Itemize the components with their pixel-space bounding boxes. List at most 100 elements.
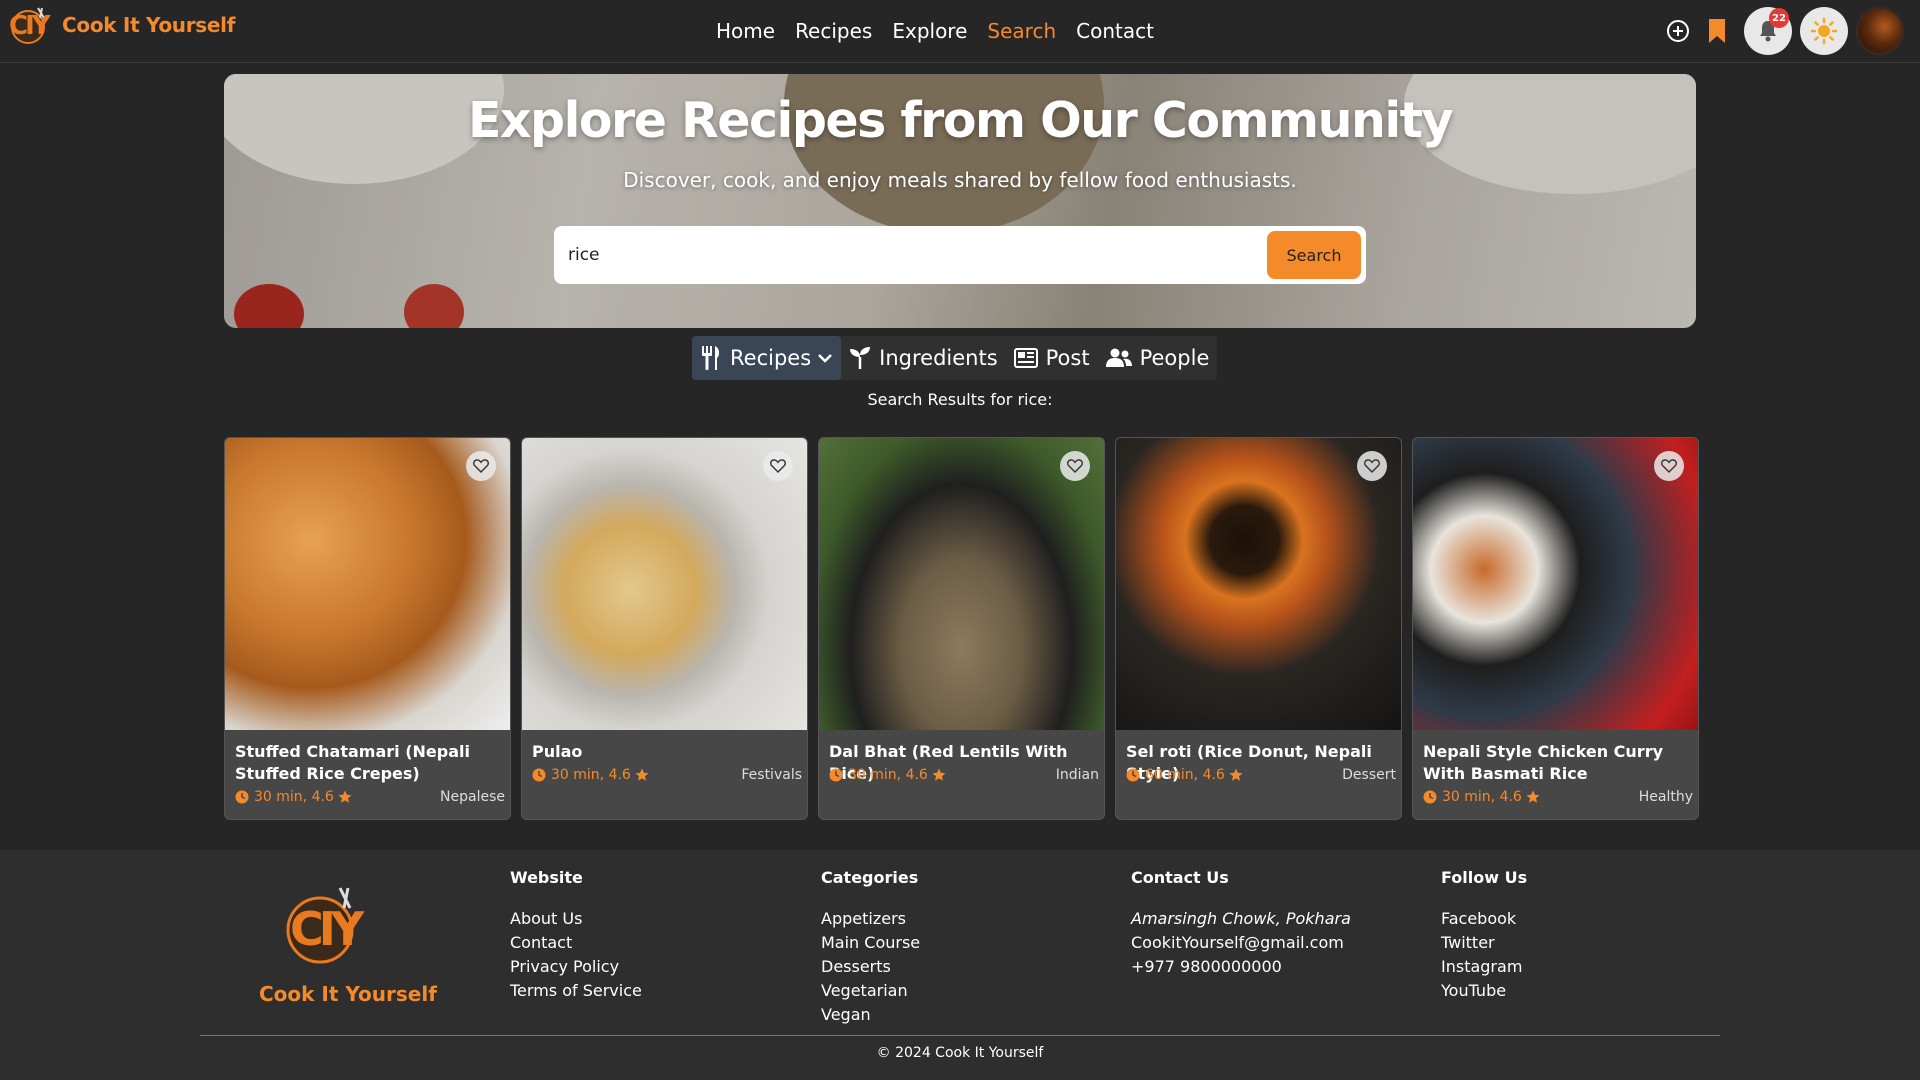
search-input[interactable] — [568, 226, 1248, 284]
footer-logo-text: CIY — [290, 902, 364, 956]
footer-link-privacy[interactable]: Privacy Policy — [510, 955, 642, 979]
recipe-meta: 30 min, 4.6 Nepalese — [235, 789, 505, 805]
favorite-button[interactable] — [466, 451, 496, 481]
footer-link-terms[interactable]: Terms of Service — [510, 979, 642, 1003]
favorite-button[interactable] — [1060, 451, 1090, 481]
recipe-meta: 30 min, 4.6 Healthy — [1423, 789, 1693, 805]
users-icon — [1105, 348, 1132, 367]
user-avatar[interactable] — [1856, 7, 1904, 55]
footer-social-youtube[interactable]: YouTube — [1441, 979, 1527, 1003]
star-icon — [1526, 790, 1540, 803]
sun-icon — [1810, 17, 1838, 45]
footer-copyright: © 2024 Cook It Yourself — [876, 1045, 1044, 1061]
recipe-card[interactable]: Dal Bhat (Red Lentils With Rice) 30 min,… — [818, 437, 1105, 820]
hero-title: Explore Recipes from Our Community — [467, 92, 1454, 149]
heart-icon — [1661, 459, 1677, 473]
results-heading: Search Results for rice: — [867, 390, 1053, 409]
tab-people[interactable]: People — [1098, 336, 1218, 380]
search-bar: Search — [554, 226, 1366, 284]
recipe-category: Dessert — [1342, 767, 1396, 783]
clock-icon — [1126, 768, 1140, 782]
nav-explore[interactable]: Explore — [892, 19, 967, 43]
recipe-card[interactable]: Nepali Style Chicken Curry With Basmati … — [1412, 437, 1699, 820]
favorite-button[interactable] — [1654, 451, 1684, 481]
recipe-results: Stuffed Chatamari (Nepali Stuffed Rice C… — [224, 437, 1699, 820]
favorite-button[interactable] — [763, 451, 793, 481]
recipe-image — [522, 438, 807, 730]
star-icon — [635, 768, 649, 781]
top-navbar: CIY Cook It Yourself Home Recipes Explor… — [0, 0, 1920, 63]
saved-button[interactable] — [1704, 18, 1730, 44]
chevron-down-icon — [818, 354, 833, 363]
logo-icon: CIY — [8, 6, 51, 44]
recipe-title[interactable]: Nepali Style Chicken Curry With Basmati … — [1423, 741, 1688, 785]
tab-ingredients[interactable]: Ingredients — [841, 336, 1006, 380]
tab-post[interactable]: Post — [1006, 336, 1098, 380]
footer-category-vegan[interactable]: Vegan — [821, 1003, 920, 1027]
recipe-meta: 30 min, 4.6 Festivals — [532, 767, 802, 783]
footer-category-vegetarian[interactable]: Vegetarian — [821, 979, 920, 1003]
footer-email[interactable]: CookitYourself@gmail.com — [1131, 931, 1351, 955]
footer-divider — [200, 1035, 1720, 1036]
recipe-card[interactable]: Sel roti (Rice Donut, Nepali Style) 60 m… — [1115, 437, 1402, 820]
nav-home[interactable]: Home — [716, 19, 775, 43]
footer-social-twitter[interactable]: Twitter — [1441, 931, 1527, 955]
recipe-title[interactable]: Stuffed Chatamari (Nepali Stuffed Rice C… — [235, 741, 500, 785]
recipe-time-rating: 60 min, 4.6 — [1145, 767, 1225, 783]
notifications-button[interactable]: 22 — [1744, 7, 1792, 55]
clock-icon — [829, 768, 843, 782]
footer-logo[interactable]: CIY — [282, 886, 364, 966]
footer-category-main-course[interactable]: Main Course — [821, 931, 920, 955]
bookmark-icon — [1709, 19, 1725, 43]
add-recipe-button[interactable] — [1665, 18, 1691, 44]
hero-banner: Explore Recipes from Our Community Disco… — [224, 74, 1696, 328]
recipe-image — [1413, 438, 1698, 730]
hero-subtitle: Discover, cook, and enjoy meals shared b… — [623, 168, 1297, 192]
footer-phone[interactable]: +977 9800000000 — [1131, 955, 1351, 979]
add-circle-icon — [1667, 20, 1689, 42]
tab-ingredients-label: Ingredients — [879, 346, 998, 370]
theme-toggle[interactable] — [1800, 7, 1848, 55]
footer-category-desserts[interactable]: Desserts — [821, 955, 920, 979]
recipe-card[interactable]: Stuffed Chatamari (Nepali Stuffed Rice C… — [224, 437, 511, 820]
main-nav: Home Recipes Explore Search Contact — [716, 19, 1154, 43]
site-footer: CIY Cook It Yourself Website About Us Co… — [0, 850, 1920, 1080]
footer-category-appetizers[interactable]: Appetizers — [821, 907, 920, 931]
footer-social-facebook[interactable]: Facebook — [1441, 907, 1527, 931]
heart-icon — [770, 459, 786, 473]
recipe-time-rating: 30 min, 4.6 — [254, 789, 334, 805]
brand-logo[interactable]: CIY Cook It Yourself — [8, 6, 235, 44]
recipe-meta: 30 min, 4.6 Indian — [829, 767, 1099, 783]
tab-recipes[interactable]: Recipes — [692, 336, 842, 380]
heart-icon — [1364, 459, 1380, 473]
footer-social-instagram[interactable]: Instagram — [1441, 955, 1527, 979]
footer-website-heading: Website — [510, 868, 583, 887]
recipe-meta: 60 min, 4.6 Dessert — [1126, 767, 1396, 783]
tab-recipes-label: Recipes — [730, 346, 812, 370]
search-button[interactable]: Search — [1267, 231, 1361, 279]
nav-search[interactable]: Search — [987, 19, 1056, 43]
seedling-icon — [850, 347, 871, 369]
recipe-image — [225, 438, 510, 730]
footer-categories-column: Categories Appetizers Main Course Desser… — [821, 868, 920, 1027]
recipe-image — [1116, 438, 1401, 730]
recipe-category: Indian — [1055, 767, 1099, 783]
logo-text: CIY — [9, 11, 51, 41]
recipe-category: Nepalese — [440, 789, 505, 805]
footer-link-contact[interactable]: Contact — [510, 931, 642, 955]
star-icon — [1229, 768, 1243, 781]
nav-contact[interactable]: Contact — [1076, 19, 1154, 43]
recipe-time-rating: 30 min, 4.6 — [1442, 789, 1522, 805]
star-icon — [338, 790, 352, 803]
brand-name: Cook It Yourself — [62, 13, 236, 37]
footer-follow-column: Follow Us Facebook Twitter Instagram You… — [1441, 868, 1527, 1003]
clock-icon — [1423, 790, 1437, 804]
recipe-title[interactable]: Pulao — [532, 741, 797, 763]
recipe-category: Festivals — [741, 767, 802, 783]
nav-recipes[interactable]: Recipes — [795, 19, 872, 43]
recipe-card[interactable]: Pulao 30 min, 4.6 Festivals — [521, 437, 808, 820]
recipe-time-rating: 30 min, 4.6 — [551, 767, 631, 783]
footer-link-about[interactable]: About Us — [510, 907, 642, 931]
heart-icon — [473, 459, 489, 473]
favorite-button[interactable] — [1357, 451, 1387, 481]
